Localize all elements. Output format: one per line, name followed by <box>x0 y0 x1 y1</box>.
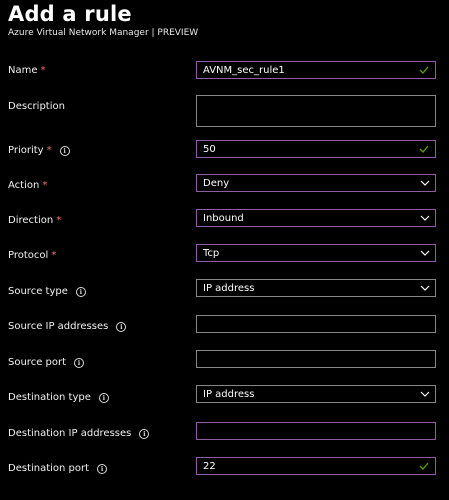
source-type-dropdown[interactable]: IP address <box>196 279 436 297</box>
protocol-dropdown[interactable]: Tcp <box>196 244 436 262</box>
required-asterisk: * <box>51 250 57 261</box>
chevron-down-icon <box>418 250 432 256</box>
required-asterisk: * <box>46 145 52 156</box>
chevron-down-icon <box>418 215 432 221</box>
chevron-down-icon <box>418 180 432 186</box>
checkmark-icon <box>417 66 431 74</box>
name-input[interactable]: AVNM_sec_rule1 <box>196 61 436 79</box>
checkmark-icon <box>417 145 431 153</box>
description-textarea[interactable] <box>196 95 436 127</box>
direction-dropdown[interactable]: Inbound <box>196 209 436 227</box>
info-icon[interactable]: i <box>59 145 70 156</box>
chevron-down-icon <box>418 285 432 291</box>
source-ip-label: Source IP addresses i <box>8 321 127 332</box>
destination-port-input[interactable]: 22 <box>196 457 436 475</box>
destination-ip-input[interactable] <box>196 422 436 440</box>
source-ip-input[interactable] <box>196 315 436 333</box>
required-asterisk: * <box>56 215 62 226</box>
info-icon[interactable]: i <box>98 392 109 403</box>
action-dropdown[interactable]: Deny <box>196 174 436 192</box>
chevron-down-icon <box>418 391 432 397</box>
info-icon[interactable]: i <box>139 428 150 439</box>
source-type-label: Source type i <box>8 286 86 297</box>
page-title: Add a rule <box>8 2 132 26</box>
name-label: Name * <box>8 65 46 76</box>
destination-type-label: Destination type i <box>8 392 109 403</box>
source-port-input[interactable] <box>196 350 436 368</box>
description-label: Description <box>8 101 65 112</box>
destination-ip-label: Destination IP addresses i <box>8 428 150 439</box>
page-subtitle: Azure Virtual Network Manager | PREVIEW <box>8 28 199 38</box>
info-icon[interactable]: i <box>75 286 86 297</box>
priority-input[interactable]: 50 <box>196 140 436 158</box>
protocol-label: Protocol * <box>8 250 57 261</box>
info-icon[interactable]: i <box>116 321 127 332</box>
action-label: Action * <box>8 180 48 191</box>
direction-label: Direction * <box>8 215 62 226</box>
required-asterisk: * <box>40 65 46 76</box>
checkmark-icon <box>417 462 431 470</box>
destination-port-label: Destination port i <box>8 463 108 474</box>
info-icon[interactable]: i <box>74 357 85 368</box>
destination-type-dropdown[interactable]: IP address <box>196 385 436 403</box>
info-icon[interactable]: i <box>97 463 108 474</box>
priority-label: Priority * i <box>8 145 70 156</box>
required-asterisk: * <box>42 180 48 191</box>
source-port-label: Source port i <box>8 357 85 368</box>
